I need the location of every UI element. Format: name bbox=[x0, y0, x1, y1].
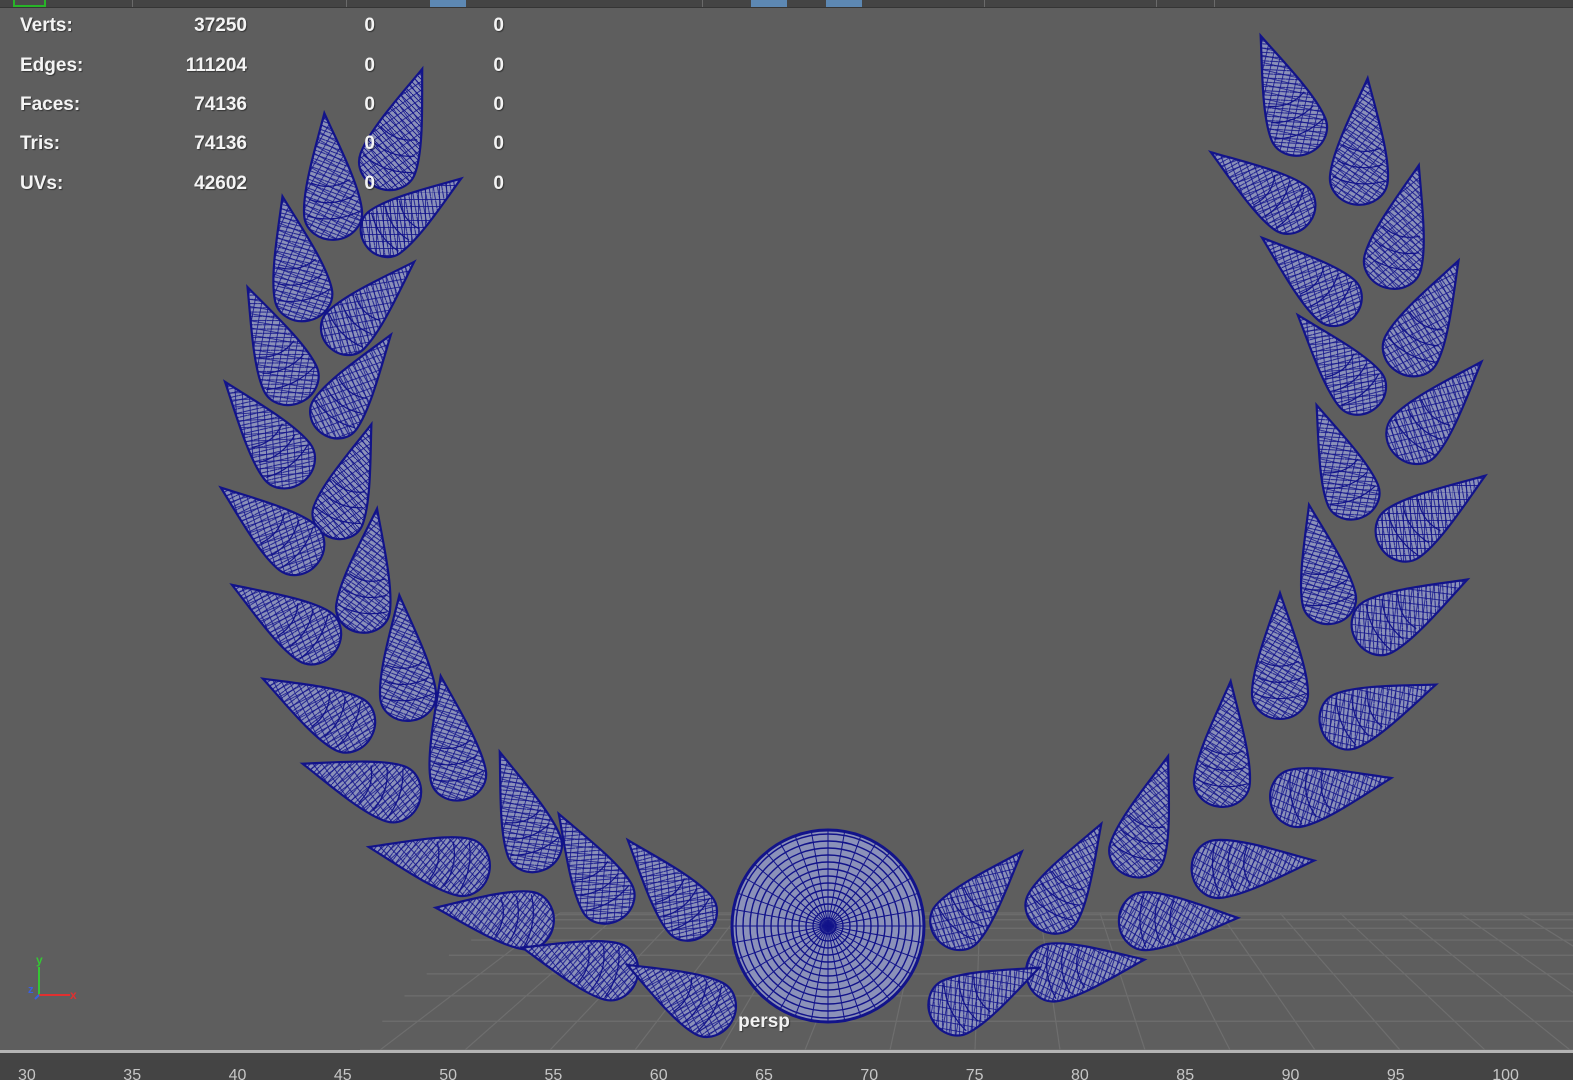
timeline-tick: 45 bbox=[333, 1067, 352, 1080]
leaf-mesh bbox=[1024, 820, 1103, 935]
hud-label: Tris: bbox=[20, 133, 61, 154]
timeline-tick: 70 bbox=[860, 1067, 879, 1080]
hud-label: Edges: bbox=[20, 55, 84, 76]
leaf-mesh bbox=[1259, 235, 1363, 328]
isolate-select-button[interactable] bbox=[826, 0, 862, 7]
toolbar-separator bbox=[1156, 0, 1157, 7]
hud-total-value: 42602 bbox=[194, 173, 247, 194]
wireframe-mode-button[interactable] bbox=[430, 0, 466, 7]
timeline-tick: 55 bbox=[544, 1067, 563, 1080]
timeline-tick: 80 bbox=[1071, 1067, 1089, 1080]
hud-extra-value: 0 bbox=[493, 133, 504, 154]
select-tool-button[interactable] bbox=[13, 0, 46, 7]
hud-total-value: 74136 bbox=[194, 94, 247, 115]
camera-name-label: persp bbox=[738, 1011, 790, 1032]
hud-extra-value: 0 bbox=[493, 15, 504, 36]
viewport-toolbar bbox=[0, 0, 1573, 8]
hud-selected-value: 0 bbox=[364, 15, 375, 36]
timeline-tick: 75 bbox=[965, 1067, 984, 1080]
leaf-mesh bbox=[1250, 589, 1310, 721]
toolbar-separator bbox=[346, 0, 347, 7]
axis-gizmo-icon: y z x bbox=[28, 953, 77, 1002]
timeline-tick: 50 bbox=[439, 1067, 457, 1080]
hud-total-value: 74136 bbox=[194, 133, 247, 154]
hud-row: Faces: 74136 0 0 bbox=[0, 95, 520, 115]
leaf-mesh bbox=[259, 677, 377, 754]
leaf-mesh bbox=[299, 760, 423, 824]
leaf-mesh bbox=[1374, 473, 1488, 563]
hud-selected-value: 0 bbox=[364, 133, 375, 154]
timeline-tick: 95 bbox=[1386, 1067, 1405, 1080]
leaf-mesh bbox=[1328, 74, 1390, 206]
axis-z-label: z bbox=[28, 984, 34, 996]
axis-y-label: y bbox=[36, 953, 43, 967]
hud-selected-value: 0 bbox=[364, 173, 375, 194]
hud-row: Verts: 37250 0 0 bbox=[0, 16, 520, 36]
leaf-mesh bbox=[365, 836, 491, 898]
leaf-mesh bbox=[1259, 32, 1329, 157]
timeline-tick: 60 bbox=[649, 1067, 668, 1080]
maya-window: Verts: 37250 0 0 Edges: 111204 0 0 Faces: 74136 0 0… bbox=[0, 0, 1573, 1080]
leaf-mesh bbox=[929, 849, 1025, 952]
timeline-tick: 85 bbox=[1176, 1067, 1195, 1080]
poly-count-hud: Verts: 37250 0 0 Edges: 111204 0 0 Faces: 74136 0 0… bbox=[0, 8, 520, 208]
leaf-mesh bbox=[1190, 838, 1318, 900]
hud-extra-value: 0 bbox=[493, 94, 504, 115]
hud-selected-value: 0 bbox=[364, 94, 375, 115]
axis-x-label: x bbox=[70, 988, 77, 1002]
timeline-tick: 40 bbox=[228, 1067, 247, 1080]
hud-extra-value: 0 bbox=[493, 173, 504, 194]
timeline-tick: 65 bbox=[755, 1067, 773, 1080]
toolbar-separator bbox=[702, 0, 703, 7]
timeline-tick: 30 bbox=[18, 1067, 36, 1080]
hud-label: UVs: bbox=[20, 173, 64, 194]
hud-total-value: 37250 bbox=[194, 15, 247, 36]
perspective-viewport[interactable]: Verts: 37250 0 0 Edges: 111204 0 0 Faces: 74136 0 0… bbox=[0, 8, 1573, 1050]
leaf-mesh bbox=[1269, 767, 1395, 829]
toolbar-separator bbox=[984, 0, 985, 7]
timeline-tick: 100 bbox=[1492, 1067, 1519, 1080]
timeline-tick: 35 bbox=[123, 1067, 142, 1080]
hud-extra-value: 0 bbox=[493, 55, 504, 76]
hud-label: Verts: bbox=[20, 15, 73, 36]
hud-row: UVs: 42602 0 0 bbox=[0, 174, 520, 194]
toolbar-separator bbox=[132, 0, 133, 7]
hud-total-value: 111204 bbox=[185, 55, 247, 76]
hud-row: Edges: 111204 0 0 bbox=[0, 56, 520, 76]
toolbar-separator bbox=[1214, 0, 1215, 7]
leaf-mesh bbox=[1318, 683, 1439, 751]
time-slider[interactable]: 30 35 40 45 50 55 60 65 70 75 80 85 90 95 100 bbox=[0, 1050, 1573, 1080]
center-medallion-mesh bbox=[730, 828, 926, 1024]
leaf-mesh bbox=[1350, 577, 1471, 657]
leaf-mesh bbox=[1192, 677, 1252, 808]
leaf-mesh bbox=[229, 583, 343, 666]
leaf-mesh bbox=[1315, 401, 1381, 521]
timeline-tick: 90 bbox=[1281, 1067, 1300, 1080]
hud-row: Tris: 74136 0 0 bbox=[0, 134, 520, 154]
leaf-mesh bbox=[1108, 752, 1171, 879]
xray-toggle-button[interactable] bbox=[751, 0, 787, 7]
hud-label: Faces: bbox=[20, 94, 81, 115]
hud-selected-value: 0 bbox=[364, 55, 375, 76]
